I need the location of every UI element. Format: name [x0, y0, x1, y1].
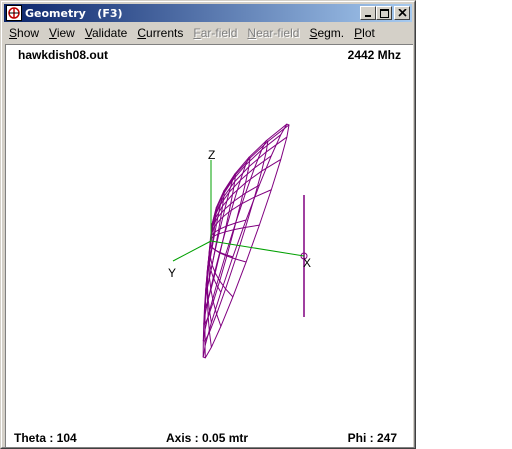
window-title: Geometry (F3) — [25, 6, 123, 20]
menu-plot[interactable]: Plot — [349, 26, 380, 40]
z-axis-label: Z — [208, 148, 215, 162]
menu-show[interactable]: Show — [4, 26, 44, 40]
maximize-button[interactable] — [376, 6, 392, 20]
theta-readout: Theta : 104 — [14, 431, 77, 445]
geometry-window: Geometry (F3) Show View Validate Currents Fa… — [0, 0, 416, 449]
close-icon — [398, 9, 407, 17]
y-axis-label: Y — [168, 266, 176, 280]
minimize-button[interactable] — [360, 6, 376, 20]
menu-segm[interactable]: Segm. — [304, 26, 349, 40]
phi-readout: Phi : 247 — [347, 431, 397, 445]
x-axis-label: X — [303, 256, 311, 270]
dish-wire-mesh — [202, 123, 308, 359]
geometry-view[interactable]: hawkdish08.out 2442 Mhz Z Y X Theta : 10… — [5, 44, 413, 447]
minimize-icon — [365, 15, 371, 17]
menu-validate[interactable]: Validate — [80, 26, 133, 40]
app-icon[interactable] — [6, 5, 22, 21]
close-button[interactable] — [394, 6, 410, 20]
menu-view[interactable]: View — [44, 26, 80, 40]
maximize-icon — [380, 9, 389, 18]
menu-nearfield: Near-field — [247, 26, 300, 40]
menu-bar: Show View Validate Currents Far-field Near-fi… — [4, 24, 412, 42]
menu-farfield: Far-field — [193, 26, 238, 40]
geometry-canvas[interactable]: Z Y X — [6, 45, 412, 425]
menu-currents[interactable]: Currents — [132, 26, 188, 40]
axis-scale-readout: Axis : 0.05 mtr — [166, 431, 249, 445]
title-bar[interactable]: Geometry (F3) — [4, 4, 412, 22]
